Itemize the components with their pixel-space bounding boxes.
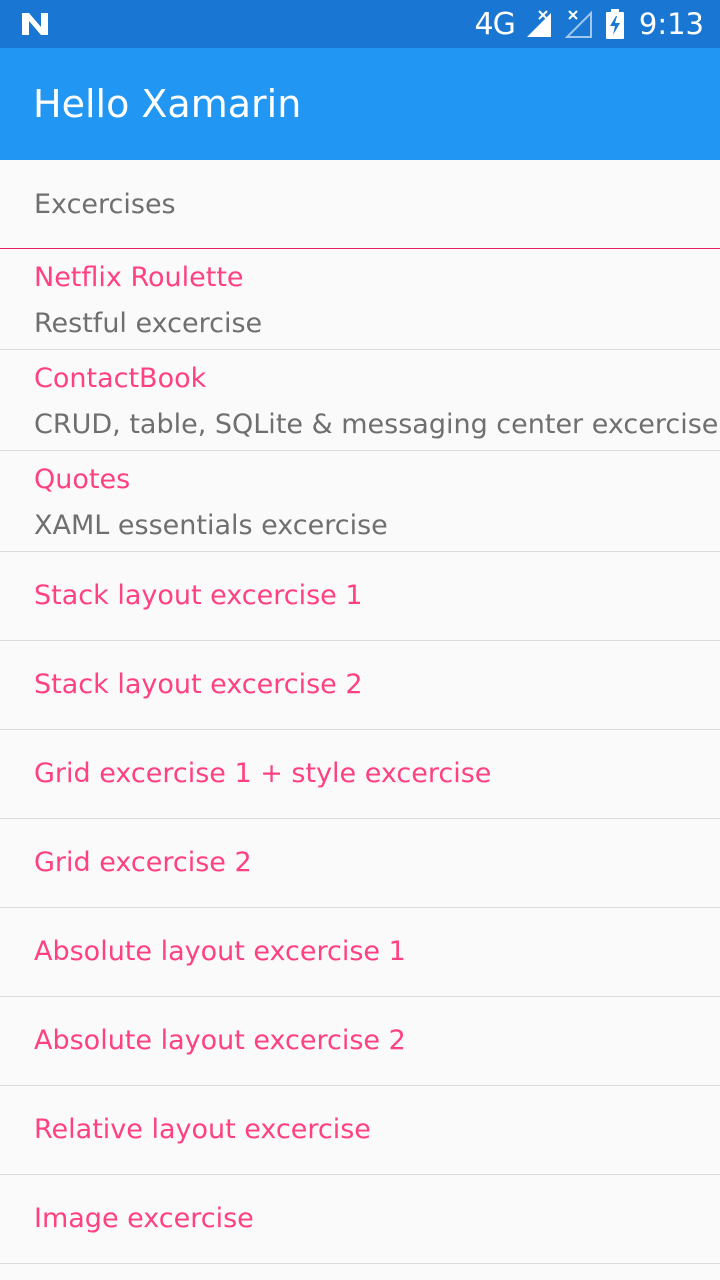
- list-item[interactable]: Grid excercise 2: [0, 819, 720, 908]
- network-type-label: 4G: [474, 6, 516, 42]
- list-item[interactable]: Absolute layout excercise 2: [0, 997, 720, 1086]
- list-item-title: Quotes: [34, 464, 131, 495]
- list-item-detail: CRUD, table, SQLite & messaging center e…: [34, 409, 719, 440]
- signal-strength-icon: [525, 9, 555, 39]
- battery-charging-icon: [605, 9, 625, 39]
- list-item[interactable]: Quotes XAML essentials excercise: [0, 451, 720, 552]
- list-item-title: Grid excercise 2: [34, 847, 252, 878]
- list-item-detail: Restful excercise: [34, 308, 263, 339]
- list-item[interactable]: Image excercise: [0, 1175, 720, 1264]
- list-item[interactable]: Relative layout excercise: [0, 1086, 720, 1175]
- app-title: Hello Xamarin: [33, 82, 302, 126]
- exercise-list: Excercises Netflix Roulette Restful exce…: [0, 160, 720, 1264]
- list-item[interactable]: Grid excercise 1 + style excercise: [0, 730, 720, 819]
- list-item-title: Netflix Roulette: [34, 262, 244, 293]
- status-time: 9:13: [638, 7, 704, 41]
- list-header: Excercises: [0, 160, 720, 249]
- signal-empty-icon: [564, 9, 595, 39]
- app-bar: Hello Xamarin: [0, 48, 720, 160]
- list-item[interactable]: ContactBook CRUD, table, SQLite & messag…: [0, 350, 720, 451]
- list-item-title: ContactBook: [34, 363, 207, 394]
- list-item[interactable]: Stack layout excercise 1: [0, 552, 720, 641]
- list-item[interactable]: Stack layout excercise 2: [0, 641, 720, 730]
- list-item-detail: XAML essentials excercise: [34, 510, 388, 541]
- list-item-title: Relative layout excercise: [34, 1114, 371, 1145]
- n-notification-icon: [20, 11, 50, 37]
- list-item-title: Image excercise: [34, 1203, 254, 1234]
- list-item[interactable]: Netflix Roulette Restful excercise: [0, 249, 720, 350]
- list-item-title: Stack layout excercise 1: [34, 580, 363, 611]
- status-bar: 4G 9:13: [0, 0, 720, 48]
- list-item[interactable]: Absolute layout excercise 1: [0, 908, 720, 997]
- list-item-title: Grid excercise 1 + style excercise: [34, 758, 492, 789]
- list-item-title: Absolute layout excercise 1: [34, 936, 406, 967]
- list-item-title: Absolute layout excercise 2: [34, 1025, 406, 1056]
- list-item-title: Stack layout excercise 2: [34, 669, 363, 700]
